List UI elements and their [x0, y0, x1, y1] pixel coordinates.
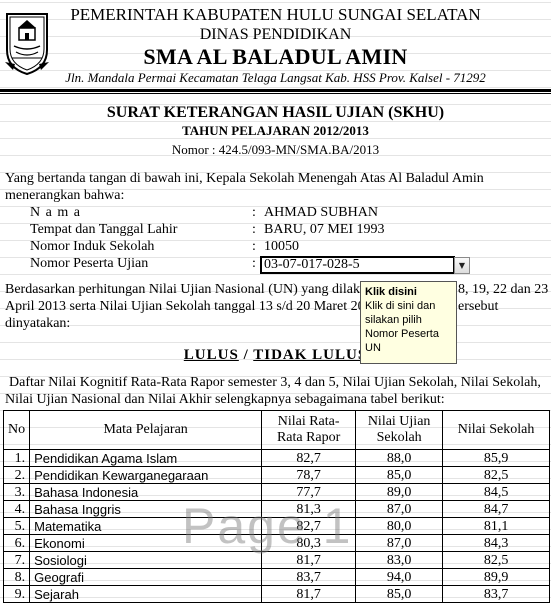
- header-school-name: SMA AL BALADUL AMIN: [143, 44, 408, 69]
- participant-number-dropdown[interactable]: 03-07-017-028-5: [260, 256, 455, 274]
- header-divider-thick: [0, 89, 551, 92]
- field-label-nopes: Nomor Peserta Ujian: [30, 256, 149, 271]
- header-mapel: Mata Pelajaran: [29, 410, 263, 450]
- table-intro-line-1: Daftar Nilai Kognitif Rata-Rata Rapor se…: [9, 375, 541, 390]
- cell-nilai-sekolah[interactable]: 82,5: [442, 466, 550, 484]
- cell-mapel[interactable]: Pendidikan Kewarganegaraan: [29, 466, 263, 484]
- cell-no[interactable]: 7.: [2, 551, 31, 569]
- cell-nilai-sekolah[interactable]: 84,3: [442, 534, 550, 552]
- field-label-nama: N a m a: [30, 205, 81, 220]
- body-line-2-right: ersebut: [458, 299, 499, 314]
- cell-nilai-sekolah[interactable]: 84,7: [442, 500, 550, 518]
- cell-mapel[interactable]: Sejarah: [29, 585, 263, 603]
- status-separator: /: [238, 347, 254, 363]
- colon: :: [252, 205, 256, 220]
- cell-nilai-sekolah[interactable]: 84,5: [442, 483, 550, 501]
- field-value-nama[interactable]: AHMAD SUBHAN: [264, 205, 378, 221]
- cell-no[interactable]: 9.: [2, 585, 31, 603]
- cell-no[interactable]: 8.: [2, 568, 31, 586]
- intro-line-1: Yang bertanda tangan di bawah ini, Kepal…: [5, 171, 484, 186]
- header-department: DINAS PENDIDIKAN: [199, 26, 352, 43]
- field-label-nis: Nomor Induk Sekolah: [30, 239, 155, 254]
- cell-nilai-sekolah[interactable]: 83,7: [442, 585, 550, 603]
- body-line-1-right: 8, 19, 22 dan 23: [458, 282, 549, 297]
- validation-input-tooltip: Klik disini Klik di sini dan silakan pil…: [360, 281, 457, 364]
- cell-nilai-sekolah[interactable]: 85,9: [442, 449, 550, 467]
- cell-ujian-sekolah[interactable]: 88,0: [355, 449, 444, 467]
- cell-no[interactable]: 1.: [2, 449, 31, 467]
- colon: :: [252, 222, 256, 237]
- table-row: 1. Pendidikan Agama Islam 82,7 88,0 85,9: [2, 449, 550, 467]
- cell-ujian-sekolah[interactable]: 80,0: [355, 517, 444, 535]
- status-lulus: LULUS: [183, 347, 239, 363]
- header-nilai-sekolah: Nilai Sekolah: [442, 410, 550, 450]
- academic-year: TAHUN PELAJARAN 2012/2013: [182, 123, 369, 138]
- graduation-status: LULUS / TIDAK LULUS: [0, 347, 551, 364]
- table-header-row: No Mata Pelajaran Nilai Rata-Rata Rapor …: [2, 410, 550, 450]
- cell-ujian-sekolah[interactable]: 94,0: [355, 568, 444, 586]
- field-value-ttl[interactable]: BARU, 07 MEI 1993: [264, 222, 385, 238]
- dropdown-arrow-icon[interactable]: ▼: [454, 257, 470, 274]
- cell-rapor[interactable]: 78,7: [261, 466, 357, 484]
- header-address: Jln. Mandala Permai Kecamatan Telaga Lan…: [65, 70, 486, 85]
- header-ujian-sekolah: Nilai Ujian Sekolah: [355, 410, 444, 450]
- cell-no[interactable]: 4.: [2, 500, 31, 518]
- body-line-3: dinyatakan:: [5, 316, 71, 331]
- tooltip-body: Klik di sini dan silakan pilih Nomor Pes…: [365, 300, 439, 354]
- cell-rapor[interactable]: 81,7: [261, 585, 357, 603]
- cell-nilai-sekolah[interactable]: 89,9: [442, 568, 550, 586]
- cell-ujian-sekolah[interactable]: 89,0: [355, 483, 444, 501]
- body-line-2-left: April 2013 serta Nilai Ujian Sekolah tan…: [5, 299, 365, 314]
- cell-ujian-sekolah[interactable]: 85,0: [355, 466, 444, 484]
- field-value-nis[interactable]: 10050: [264, 239, 299, 255]
- document-number: Nomor : 424.5/093-MN/SMA.BA/2013: [171, 142, 380, 157]
- cell-no[interactable]: 3.: [2, 483, 31, 501]
- cell-ujian-sekolah[interactable]: 87,0: [355, 500, 444, 518]
- header-rapor: Nilai Rata-Rata Rapor: [261, 410, 357, 450]
- status-tidak-lulus: TIDAK LULUS: [253, 347, 368, 363]
- cell-ujian-sekolah[interactable]: 85,0: [355, 585, 444, 603]
- header-divider-thin: [0, 93, 551, 94]
- page-watermark: Page 1: [182, 498, 353, 554]
- cell-ujian-sekolah[interactable]: 83,0: [355, 551, 444, 569]
- cell-mapel[interactable]: Pendidikan Agama Islam: [29, 449, 263, 467]
- header-no: No: [2, 410, 31, 450]
- cell-mapel[interactable]: Geografi: [29, 568, 263, 586]
- cell-no[interactable]: 2.: [2, 466, 31, 484]
- cell-no[interactable]: 5.: [2, 517, 31, 535]
- table-row: 9. Sejarah 81,7 85,0 83,7: [2, 585, 550, 603]
- cell-rapor[interactable]: 82,7: [261, 449, 357, 467]
- tooltip-title: Klik disini: [365, 286, 417, 298]
- body-line-1-left: Berdasarkan perhitungan Nilai Ujian Nasi…: [5, 282, 366, 297]
- table-intro-line-2: Nilai Ujian Nasional dan Nilai Akhir sel…: [5, 392, 445, 407]
- table-row: 8. Geografi 83,7 94,0 89,9: [2, 568, 550, 586]
- field-label-ttl: Tempat dan Tanggal Lahir: [30, 222, 178, 237]
- header-government: PEMERINTAH KABUPATEN HULU SUNGAI SELATAN: [70, 5, 481, 24]
- cell-no[interactable]: 6.: [2, 534, 31, 552]
- colon: :: [252, 256, 256, 271]
- cell-nilai-sekolah[interactable]: 81,1: [442, 517, 550, 535]
- cell-rapor[interactable]: 83,7: [261, 568, 357, 586]
- intro-line-2: menerangkan bahwa:: [5, 188, 125, 203]
- colon: :: [252, 239, 256, 254]
- cell-ujian-sekolah[interactable]: 87,0: [355, 534, 444, 552]
- table-row: 2. Pendidikan Kewarganegaraan 78,7 85,0 82,5: [2, 466, 550, 484]
- document-title: SURAT KETERANGAN HASIL UJIAN (SKHU): [106, 104, 445, 121]
- cell-nilai-sekolah[interactable]: 82,5: [442, 551, 550, 569]
